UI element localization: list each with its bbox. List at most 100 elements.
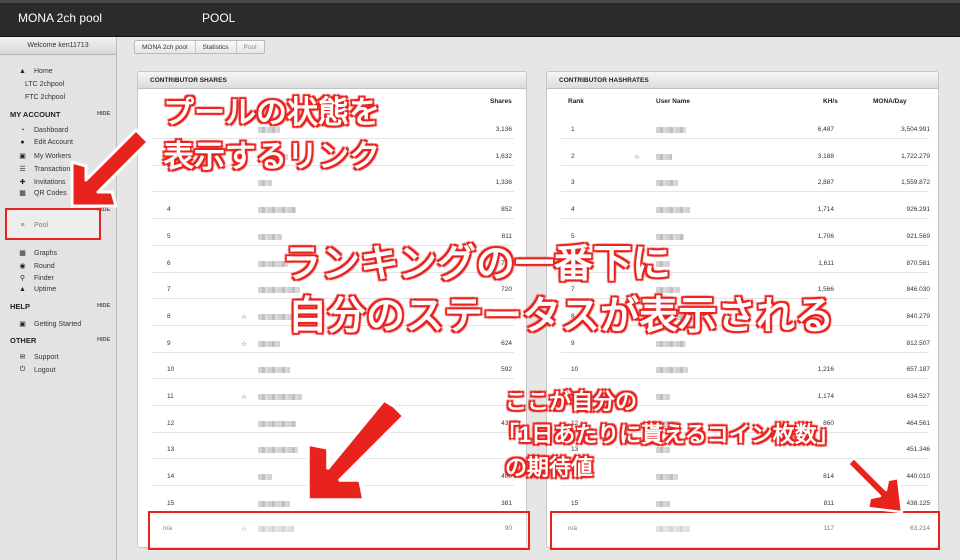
mona-day-value: 1,722.279 (901, 152, 930, 160)
row-divider (561, 138, 929, 139)
refresh-icon: ◉ (19, 263, 26, 270)
blurred-username (258, 287, 300, 294)
shares-value: 720 (501, 286, 512, 294)
breadcrumb-pool: Pool (243, 44, 257, 51)
hide-other[interactable]: HIDE (97, 337, 110, 343)
plus-icon: ✚ (19, 179, 26, 186)
sidebar-item-ltc[interactable]: LTC 2chpool (25, 81, 64, 88)
sidebar-item-getting-started[interactable]: ▣ Getting Started (18, 320, 81, 329)
blurred-username (258, 447, 298, 454)
blurred-username (258, 233, 282, 240)
shares-rank: 11 (167, 393, 174, 400)
shares-value: 624 (501, 339, 512, 347)
blurred-username (656, 207, 690, 214)
sidebar-item-home[interactable]: ▲ Home (18, 68, 53, 75)
row-divider (152, 218, 514, 220)
hide-my-account[interactable]: HIDE (97, 111, 110, 117)
sidebar-item-logout[interactable]: ⏻ Logout (18, 366, 56, 374)
mail-icon: ✉ (19, 354, 26, 361)
khs-value: 1,714 (817, 206, 834, 214)
shares-header: CONTRIBUTOR SHARES (138, 72, 526, 89)
hide-help[interactable]: HIDE (97, 303, 110, 309)
arrow-pool-link-icon (70, 128, 150, 208)
shares-rank: 6 (167, 259, 171, 267)
shares-rank: 15 (167, 499, 175, 507)
khs-value: 1,566 (817, 286, 834, 294)
shares-rank: 9 (167, 339, 171, 347)
blurred-username (656, 394, 670, 400)
annotation-pool-link-1: プールの状態を (163, 95, 380, 130)
mona-day-value: 438.125 (906, 499, 931, 507)
row-divider (152, 378, 514, 380)
hash-rank: 1 (571, 126, 575, 133)
user-icon: ● (20, 139, 25, 146)
shares-rank: 10 (167, 366, 175, 374)
khs-value: 1,216 (817, 366, 834, 374)
qr-icon: ▦ (19, 190, 26, 197)
shares-value: 3,136 (495, 126, 512, 133)
col-khs: KH/s (823, 98, 838, 105)
sidebar-item-finder[interactable]: ⚲ Finder (18, 274, 54, 283)
col-mona-day: MONA/Day (873, 98, 907, 105)
blurred-username (656, 233, 684, 240)
welcome-text: Welcome ken11713 (0, 37, 116, 55)
shares-rank: 12 (167, 419, 175, 427)
breadcrumb-home[interactable]: MONA 2ch pool (135, 41, 196, 53)
breadcrumb: MONA 2ch pool Statistics Pool (134, 40, 265, 54)
khs-value: 3,188 (817, 152, 834, 160)
star-icon: ☆ (634, 153, 640, 161)
brand-name[interactable]: MONA 2ch pool (18, 11, 102, 25)
mona-day-value: 921.569 (906, 232, 931, 240)
blurred-username (656, 474, 678, 481)
mona-day-value: 1,559.872 (901, 179, 930, 187)
sidebar: Welcome ken11713 ▲ Home LTC 2chpool FTC 2… (0, 37, 117, 560)
hash-rank: 3 (571, 179, 575, 187)
hash-rank: 2 (571, 152, 575, 160)
sidebar-item-round[interactable]: ◉ Round (18, 262, 54, 271)
annotation-expect-2: 「1日あたりに貰えるコイン枚数」 (497, 422, 839, 447)
row-divider (561, 191, 929, 193)
top-strip (0, 0, 960, 3)
section-my-account: MY ACCOUNT (10, 110, 61, 119)
row-divider (561, 351, 929, 353)
shares-value: 592 (501, 366, 512, 374)
khs-value: 811 (823, 499, 834, 507)
shares-value: 1,336 (495, 179, 512, 187)
row-divider (561, 378, 929, 380)
annotation-ranking-2: 自分のステータスが表示される (288, 295, 835, 338)
blurred-username (656, 127, 686, 133)
sidebar-item-invitations[interactable]: ✚ Invitations (18, 178, 66, 187)
sidebar-item-graphs[interactable]: ▦ Graphs (18, 249, 57, 258)
star-icon: ☆ (241, 340, 247, 348)
blurred-username (258, 420, 296, 427)
gauge-icon: ◔ (20, 127, 25, 134)
blurred-username (258, 180, 272, 187)
mona-day-value: 926.291 (906, 206, 931, 214)
blurred-username (656, 180, 678, 187)
blurred-username (656, 500, 670, 507)
shares-rank: 8 (167, 312, 171, 320)
mona-day-value: 451.346 (906, 446, 931, 454)
khs-value: 1,611 (818, 259, 834, 267)
top-bar: MONA 2ch pool POOL (0, 0, 960, 37)
arrow-my-row-icon (306, 400, 406, 502)
sidebar-item-support[interactable]: ✉ Support (18, 353, 59, 362)
hash-rank: 10 (571, 366, 579, 374)
sidebar-item-ftc[interactable]: FTC 2chpool (25, 94, 65, 101)
blurred-username (258, 340, 280, 347)
hash-rank: 15 (571, 499, 579, 507)
monitor-icon: ▣ (19, 153, 26, 160)
mona-day-value: 840.279 (906, 312, 931, 320)
mona-day-value: 870.581 (906, 259, 931, 267)
sidebar-item-uptime[interactable]: ▲ Uptime (18, 286, 56, 293)
mona-day-value: 634.527 (906, 393, 931, 400)
blurred-username (656, 447, 670, 454)
hashrates-header: CONTRIBUTOR HASHRATES (547, 72, 938, 89)
mona-day-value: 440.010 (906, 473, 931, 481)
hash-rank: 4 (571, 206, 575, 214)
khs-value: 2,887 (817, 179, 834, 187)
power-icon: ⏻ (19, 366, 26, 373)
breadcrumb-statistics[interactable]: Statistics (196, 41, 237, 53)
annotation-expect-3: の期待値 (505, 455, 594, 480)
section-other: OTHER (10, 336, 37, 345)
